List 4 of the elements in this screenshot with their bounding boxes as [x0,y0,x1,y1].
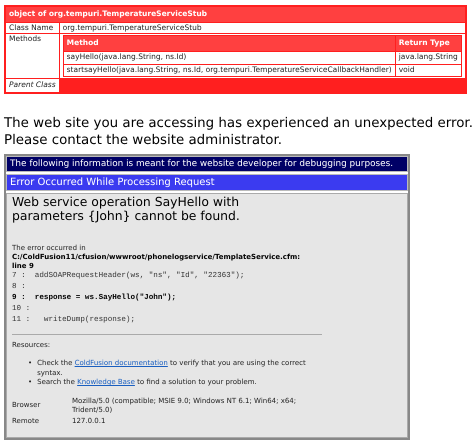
notice-bar: The following information is meant for the website developer for debugging purposes. [6,156,408,172]
error-message: The web site you are accessing has experienced an unexpected error. Please contact the website administrator. [4,114,474,150]
error-heading: Error Occurred While Processing Request [6,174,408,192]
error-text: Web service operation SayHello with parameters {John} cannot be found. [12,195,241,222]
